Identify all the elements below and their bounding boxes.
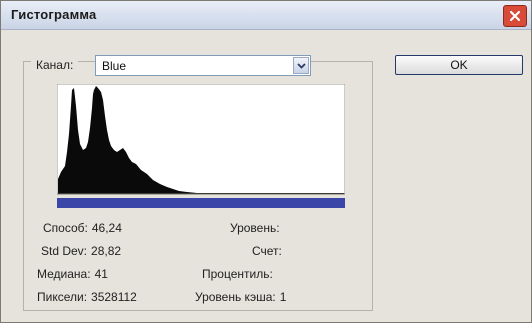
channel-gradient-bar	[57, 198, 345, 208]
channel-select[interactable]: Blue	[95, 55, 311, 76]
title-bar[interactable]: Гистограмма	[1, 1, 531, 30]
stat-count: Счет:	[252, 244, 282, 258]
channel-label: Канал:	[31, 58, 79, 72]
histogram-dialog: Гистограмма Канал: Blue OK Способ: 46,24 …	[0, 0, 532, 323]
stat-pixels: Пиксели: 3528112	[37, 290, 137, 304]
chevron-down-icon	[296, 62, 306, 69]
stat-median: Медиана: 41	[37, 267, 108, 281]
close-button[interactable]	[503, 5, 527, 27]
dropdown-button[interactable]	[293, 57, 309, 74]
stat-mean: Способ: 46,24	[43, 221, 122, 235]
dialog-title: Гистограмма	[11, 7, 97, 22]
channel-selected-value: Blue	[102, 59, 127, 73]
ok-button[interactable]: OK	[395, 55, 523, 75]
stat-level: Уровень:	[230, 221, 280, 235]
stat-percentile: Процентиль:	[202, 267, 273, 281]
stat-cache-level: Уровень кэша: 1	[195, 290, 287, 304]
stat-std-dev: Std Dev: 28,82	[41, 244, 122, 258]
histogram-graph[interactable]	[57, 84, 345, 210]
close-icon	[509, 10, 521, 22]
